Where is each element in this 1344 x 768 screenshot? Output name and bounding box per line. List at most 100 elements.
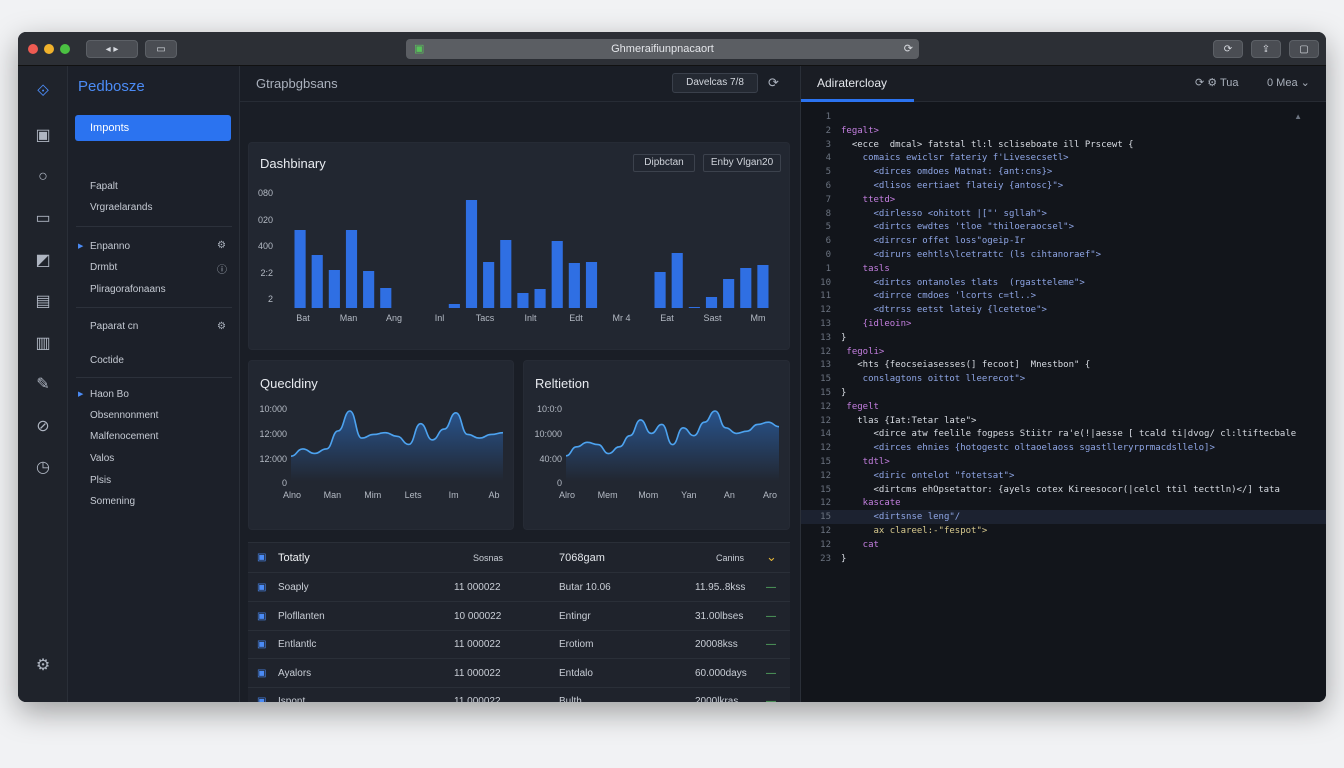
minimize-window-button[interactable] xyxy=(44,44,54,54)
bar[interactable] xyxy=(448,304,460,308)
table-row[interactable]: ▣ Entlantlc 11 000022 Erotiom 20008kss — xyxy=(248,631,790,659)
code-line[interactable]: 12 fegoli> xyxy=(801,345,1326,359)
table-row[interactable]: ▣ Ayalors 11 000022 Entdalo 60.000days — xyxy=(248,660,790,688)
code-line[interactable]: 2 fegalt> xyxy=(801,124,1326,138)
code-line[interactable]: 13 {idleoin> xyxy=(801,317,1326,331)
code-line[interactable]: 1 tasls xyxy=(801,262,1326,276)
row-action-icon[interactable]: — xyxy=(766,668,776,679)
code-line[interactable]: 15} xyxy=(801,386,1326,400)
sidebar-item-active[interactable]: Imponts xyxy=(75,115,231,141)
bar[interactable] xyxy=(757,265,769,308)
chevron-down-icon[interactable]: ⌄ xyxy=(766,549,777,565)
row-action-icon[interactable]: — xyxy=(766,582,776,593)
bar[interactable] xyxy=(671,253,683,308)
code-line[interactable]: 5 <dirtcs ewdtes 'tloe "thiloeraocsel"> xyxy=(801,220,1326,234)
row-action-icon[interactable]: — xyxy=(766,611,776,622)
sidebar-item[interactable]: Haon Bo xyxy=(90,389,129,400)
code-line[interactable]: 15 <dirtsnse leng"/ xyxy=(801,510,1326,525)
tab-editor[interactable]: Adiratercloay xyxy=(801,66,914,102)
code-line[interactable]: 12 <dirces ehnies {hotogestc oltaoelaoss… xyxy=(801,441,1326,455)
code-line[interactable]: 7 ttetd> xyxy=(801,193,1326,207)
bar[interactable] xyxy=(654,272,666,308)
editor-tools[interactable]: ⟳ ⚙ Tua xyxy=(1195,76,1239,89)
code-line[interactable]: 6 <dirrcsr offet loss"ogeip-Ir xyxy=(801,234,1326,248)
bar[interactable] xyxy=(328,270,340,308)
code-line[interactable]: 12 kascate xyxy=(801,496,1326,510)
clock-icon[interactable]: ◷ xyxy=(33,458,53,478)
bar[interactable] xyxy=(517,293,529,308)
address-bar[interactable]: ▣ Ghmeraifiunpnacaort ⟳ xyxy=(406,39,919,59)
sidebar-item[interactable]: Drmbt xyxy=(90,262,117,273)
code-line[interactable]: 13 <hts {feocseiasesses(] fecoot] Mnestb… xyxy=(801,358,1326,372)
bar[interactable] xyxy=(585,262,598,308)
column-header[interactable]: Sosnas xyxy=(473,553,503,563)
code-line[interactable]: 5 <dirces omdoes Matnat: {ant:cns}> xyxy=(801,165,1326,179)
sidebar-item[interactable]: Valos xyxy=(90,453,114,464)
code-line[interactable]: 14 <dirce atw feelile fogpess Stiitr ra'… xyxy=(801,427,1326,441)
code-line[interactable]: 12 cat xyxy=(801,538,1326,552)
sidebar-item[interactable]: Fapalt xyxy=(90,181,118,192)
bar[interactable] xyxy=(551,241,563,308)
image-icon[interactable]: ▤ xyxy=(33,292,53,312)
bar[interactable] xyxy=(568,263,580,308)
table-row[interactable]: ▣ Ispont 11 000022 Bulth 2000lkras — xyxy=(248,688,790,702)
circle-icon[interactable]: ○ xyxy=(33,167,53,187)
close-window-button[interactable] xyxy=(28,44,38,54)
back-forward-button[interactable]: ◂ ▸ xyxy=(86,40,138,58)
bar[interactable] xyxy=(294,230,306,308)
window-icon[interactable]: ▭ xyxy=(33,209,53,229)
toolbar-right-button-1[interactable]: ⟳ xyxy=(1213,40,1243,58)
table-row[interactable]: ▣ Plofllanten 10 000022 Entingr 31.00lbses — xyxy=(248,603,790,631)
code-line[interactable]: 11 <dirrce cmdoes 'lcorts c=tl..> xyxy=(801,289,1326,303)
sidebar-item[interactable]: Paparat cn xyxy=(90,321,138,332)
sidebar-item[interactable]: Obsennonment xyxy=(90,410,158,421)
sidebar-toggle-button[interactable]: ▭ xyxy=(145,40,177,58)
code-line[interactable]: 15 conslagtons oittot lleerecot"> xyxy=(801,372,1326,386)
code-line[interactable]: 10 <dirtcs ontanoles tlats (rgastteleme"… xyxy=(801,276,1326,290)
code-line[interactable]: 12 <dtrrss eetst lateiy {lcetetoe"> xyxy=(801,303,1326,317)
code-line[interactable]: 1 xyxy=(801,110,1326,124)
inbox-icon[interactable]: ▣ xyxy=(33,126,53,146)
sidebar-item[interactable]: Pliragorafonaans xyxy=(90,284,166,295)
code-line[interactable]: 0 <dirurs eehtls\lcetrattc (ls cihtanora… xyxy=(801,248,1326,262)
settings-icon[interactable]: ⚙ xyxy=(33,656,53,676)
sidebar-item[interactable]: Plsis xyxy=(90,475,111,486)
expand-icon[interactable]: ▶ xyxy=(78,242,83,250)
maximize-window-button[interactable] xyxy=(60,44,70,54)
bar[interactable] xyxy=(380,288,392,308)
gear-icon[interactable]: ⚙ xyxy=(217,240,226,251)
code-line[interactable]: 15 tdtl> xyxy=(801,455,1326,469)
logo-icon[interactable]: ⟐ xyxy=(33,82,53,102)
code-line[interactable]: 13} xyxy=(801,331,1326,345)
view-select[interactable]: Davelcas 7/8 xyxy=(672,73,758,93)
tabs-button[interactable]: ▢ xyxy=(1289,40,1319,58)
sidebar-item[interactable]: Somening xyxy=(90,496,135,507)
row-action-icon[interactable]: — xyxy=(766,696,776,702)
chat-icon[interactable]: ◩ xyxy=(33,251,53,271)
bar[interactable] xyxy=(688,307,700,308)
bar[interactable] xyxy=(311,255,323,308)
info-icon[interactable]: ⓘ xyxy=(217,261,227,276)
share-button[interactable]: ⇪ xyxy=(1251,40,1281,58)
code-line[interactable]: 23} xyxy=(801,552,1326,566)
bar[interactable] xyxy=(740,268,752,308)
code-line[interactable]: 15 <dirtcms ehOpsetattor: {ayels cotex K… xyxy=(801,483,1326,497)
sidebar-item[interactable]: Enpanno xyxy=(90,241,130,252)
code-line[interactable]: 6 <dlisos eertiaet flateiy {antosc}"> xyxy=(801,179,1326,193)
bar[interactable] xyxy=(345,230,358,308)
bar[interactable] xyxy=(534,289,546,308)
column-header[interactable]: Canins xyxy=(716,553,744,563)
sidebar-item[interactable]: Malfenocement xyxy=(90,431,158,442)
bar[interactable] xyxy=(363,271,375,308)
card-icon[interactable]: ▥ xyxy=(33,334,53,354)
column-header[interactable]: 7068gam xyxy=(559,552,605,564)
sidebar-item[interactable]: Vrgraelarands xyxy=(90,202,152,213)
bar[interactable] xyxy=(705,297,718,308)
expand-icon[interactable]: ▶ xyxy=(78,390,83,398)
code-line[interactable]: 8 <dirlesso <ohitott |["' sgllah"> xyxy=(801,207,1326,221)
gear-icon[interactable]: ⚙ xyxy=(217,321,226,332)
editor-select[interactable]: 0 Mea ⌄ xyxy=(1267,76,1310,89)
table-row[interactable]: ▣ Soaply 11 000022 Butar 10.06 11.95..8kss — xyxy=(248,574,790,602)
pen-icon[interactable]: ✎ xyxy=(33,375,53,395)
code-line[interactable]: 12 fegelt xyxy=(801,400,1326,414)
